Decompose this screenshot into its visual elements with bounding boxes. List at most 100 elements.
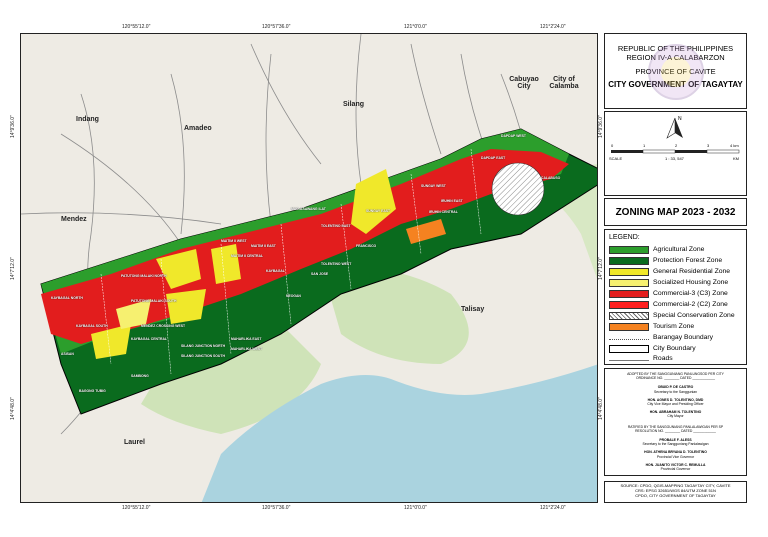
scale-tick-1: 1 [643, 143, 646, 148]
place-indang: Indang [76, 116, 99, 123]
place-silang: Silang [343, 101, 365, 108]
barangay-label: ASISAN [61, 352, 74, 356]
grid-left-2: 14°7'12.0" [10, 257, 16, 280]
legend-swatch [609, 289, 649, 298]
scale-tick-3: 3 [707, 143, 710, 148]
title-block: REPUBLIC OF THE PHILIPPINES REGION IV-A … [604, 33, 747, 109]
barangay-label: MAHARLIKA EAST [231, 337, 262, 341]
legend-label: Tourism Zone [653, 323, 695, 330]
grid-bottom-2: 120°57'36.0" [262, 505, 291, 511]
grid-bottom-1: 120°55'12.0" [122, 505, 151, 511]
place-talisay: Talisay [461, 306, 485, 313]
legend-swatch [609, 267, 649, 276]
scale-ratio: 1 : 33, 547 [665, 156, 685, 161]
legend-item: General Residential Zone [609, 267, 730, 276]
map-title: ZONING MAP 2023 - 2032 [615, 207, 736, 218]
map-frame[interactable]: Indang Amadeo Silang Cabuyao City City o… [20, 33, 598, 503]
legend-swatch [609, 300, 649, 309]
legend-label: General Residential Zone [653, 268, 731, 275]
adoption-block: ADOPTED BY THE SANGGUNIANG PANLUNGSOD PE… [604, 368, 747, 476]
legend-label: Protection Forest Zone [653, 257, 723, 264]
legend-label: Agricultural Zone [653, 246, 705, 253]
signatory-role: Secretary to the Sanggunian [654, 389, 697, 394]
zoning-map[interactable] [21, 34, 598, 503]
legend-label: Commercial-2 (C2) Zone [653, 301, 728, 308]
place-mendez: Mendez [61, 216, 87, 223]
legend-swatch [609, 322, 649, 331]
barangay-label: TOLENTINO EAST [321, 224, 351, 228]
legend-item: Protection Forest Zone [609, 256, 722, 265]
grid-bottom-4: 121°2'24.0" [540, 505, 566, 511]
legend-item: Special Conservation Zone [609, 311, 735, 320]
barangay-label: TOLENTINO WEST [321, 262, 352, 266]
legend-item: Roads [609, 354, 673, 363]
barangay-label: DAPDAP EAST [481, 156, 506, 160]
barangay-label: FRANCISCO [356, 244, 377, 248]
legend-label: Commercial-3 (C3) Zone [653, 290, 728, 297]
grid-top-2: 120°57'36.0" [262, 24, 291, 30]
legend-label: Socialized Housing Zone [653, 279, 729, 286]
grid-bottom-3: 121°0'0.0" [404, 505, 427, 511]
barangay-label: SAMBONG [131, 374, 149, 378]
legend-swatch [609, 256, 649, 265]
place-calamba: City of Calamba [549, 76, 579, 90]
source-block: SOURCE: CPDO, QGIS-MAPPING TAGAYTAY CITY… [604, 481, 747, 503]
scale-block: N 0 1 2 3 4 km SCALE 1 : 33, 547 KM [604, 111, 747, 196]
barangay-label: PATUTONG MALAKI SOUTH [131, 299, 177, 303]
adoption-line: RESOLUTION NO. ________ DATED __________… [635, 428, 716, 433]
barangay-label: PATUTONG MALAKI NORTH [121, 274, 167, 278]
side-panel: REPUBLIC OF THE PHILIPPINES REGION IV-A … [604, 33, 747, 503]
barangay-label: SILANG JUNCTION NORTH [181, 344, 226, 348]
map-title-box: ZONING MAP 2023 - 2032 [604, 198, 747, 226]
scale-tick-4: 4 km [730, 143, 739, 148]
legend-item: Barangay Boundary [609, 333, 713, 342]
scale-tick-2: 2 [675, 143, 678, 148]
signatory-role: City Mayor [667, 414, 684, 419]
legend-label: Roads [653, 355, 673, 362]
scale-unit: KM [733, 156, 739, 161]
place-cabuyao: Cabuyao City [509, 76, 539, 90]
seal-icon [648, 44, 704, 100]
signatory-role: Provincial Governor [660, 467, 691, 472]
signatory-role: Secretary to the Sangguniang Panlalawiga… [642, 442, 709, 447]
scale-graphic: N 0 1 2 3 4 km SCALE 1 : 33, 547 KM [609, 116, 739, 161]
barangay-label: IRUHIN EAST [441, 199, 463, 203]
barangay-label: BAGONG TUBIG [79, 389, 106, 393]
legend-item: Agricultural Zone [609, 245, 704, 254]
barangay-label: SUNGAY EAST [366, 209, 391, 213]
place-amadeo: Amadeo [184, 125, 212, 132]
special-conservation-zone[interactable] [492, 163, 544, 215]
signatory-role: City Vice Mayor and Presiding Officer [647, 402, 704, 407]
legend-swatch [609, 311, 649, 320]
barangay-label: NEOGAN [286, 294, 301, 298]
barangay-label: MAITIM II EAST [251, 244, 276, 248]
residential-zone-3[interactable] [166, 289, 206, 324]
barangay-label: IRUHIN CENTRAL [429, 210, 458, 214]
barangay-label: KAYBAGAL SOUTH [76, 324, 108, 328]
signatory-role: Provincial Vice Governor [656, 454, 695, 459]
adoption-line: ORDINANCE NO. ________ DATED ___________… [635, 376, 716, 381]
legend: LEGEND: Agricultural Zone Protection For… [604, 229, 747, 365]
grid-left-1: 14°9'36.0" [10, 115, 16, 138]
barangay-label: MAG-ASAWANG ILAT [291, 207, 326, 211]
grid-top-4: 121°2'24.0" [540, 24, 566, 30]
barangay-label: KAYBAGAL NORTH [51, 296, 83, 300]
residential-zone-2[interactable] [211, 244, 241, 284]
legend-swatch [609, 344, 649, 353]
barangay-label: MENDEZ CROSSING WEST [141, 324, 186, 328]
barangay-label: SUNGAY WEST [421, 184, 446, 188]
legend-swatch [609, 245, 649, 254]
scale-tick-0: 0 [611, 143, 614, 148]
legend-item: City Boundary [609, 344, 696, 353]
grid-left-3: 14°4'48.0" [10, 397, 16, 420]
legend-label: City Boundary [653, 345, 696, 352]
legend-label: Special Conservation Zone [653, 312, 735, 319]
barangay-label: SAN JOSE [311, 272, 329, 276]
source-line: CPDO, CITY GOVERNMENT OF TAGAYTAY [635, 493, 716, 498]
scale-label: SCALE [609, 156, 622, 161]
barangay-label: CALABUSO [541, 176, 561, 180]
legend-item: Commercial-2 (C2) Zone [609, 300, 728, 309]
barangay-label: KAYBAGAL [266, 269, 285, 273]
place-laurel: Laurel [124, 439, 146, 446]
legend-swatch [609, 360, 649, 361]
